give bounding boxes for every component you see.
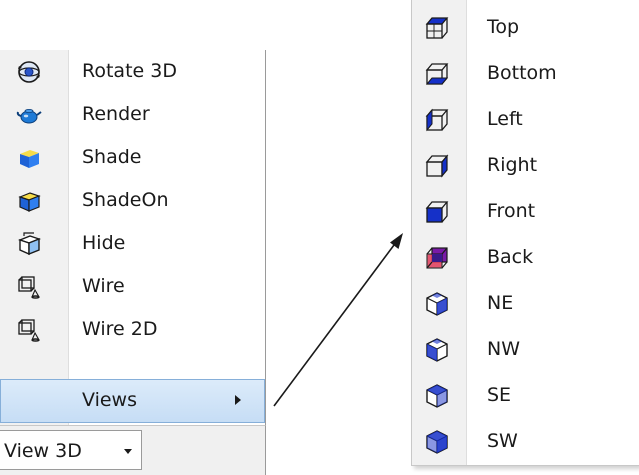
view-se-icon — [424, 383, 450, 409]
menu-item-right[interactable]: Right — [412, 143, 638, 189]
menu-item-label: Back — [487, 246, 534, 268]
view-bottom-icon — [424, 61, 450, 87]
menu-item-label: SW — [487, 430, 518, 452]
menu-item-back[interactable]: Back — [412, 235, 638, 281]
menu-item-label: NE — [487, 292, 514, 314]
menu-item-label: Right — [487, 154, 538, 176]
menu-item-front[interactable]: Front — [412, 189, 638, 235]
view-back-icon — [424, 245, 450, 271]
menu-item-bottom[interactable]: Bottom — [412, 51, 638, 97]
menu-item-label: Left — [487, 108, 523, 130]
view-sw-icon — [424, 429, 450, 455]
menu-item-label: Front — [487, 200, 536, 222]
menu-item-top[interactable]: Top — [412, 5, 638, 51]
view-top-icon — [424, 15, 450, 41]
menu-item-label: SE — [487, 384, 512, 406]
menu-item-label: Bottom — [487, 62, 557, 84]
view-left-icon — [424, 107, 450, 133]
screenshot-stage: Rotate 3D Render Shade ShadeOn Hide Wire… — [0, 0, 639, 475]
menu-item-ne[interactable]: NE — [412, 281, 638, 327]
menu-item-label: Top — [487, 16, 520, 38]
menu-item-se[interactable]: SE — [412, 373, 638, 419]
views-submenu: Top Bottom Left Right Front Back NE NW S… — [411, 0, 639, 466]
menu-item-left[interactable]: Left — [412, 97, 638, 143]
menu-item-sw[interactable]: SW — [412, 419, 638, 465]
menu-item-label: NW — [487, 338, 520, 360]
menu-item-nw[interactable]: NW — [412, 327, 638, 373]
view-ne-icon — [424, 291, 450, 317]
view-front-icon — [424, 199, 450, 225]
view-nw-icon — [424, 337, 450, 363]
view-right-icon — [424, 153, 450, 179]
